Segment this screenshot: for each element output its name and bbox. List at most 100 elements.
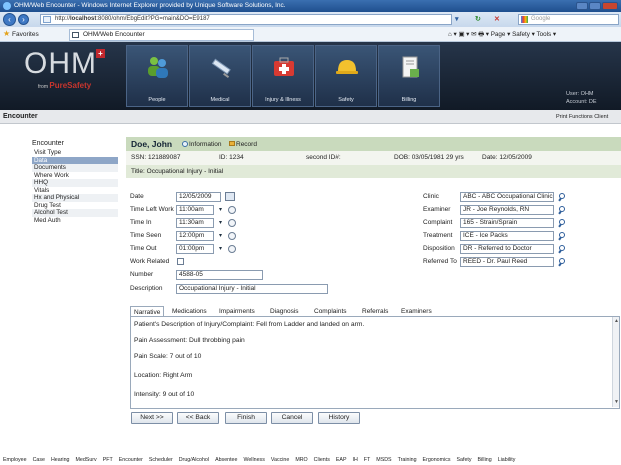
close-window-button[interactable]	[602, 2, 618, 10]
time-seen-field[interactable]: 12:00pm	[176, 231, 214, 241]
footer-link[interactable]: Hearing	[51, 457, 70, 463]
time-left-work-field[interactable]: 11:00am	[176, 205, 214, 215]
examiner-field[interactable]: JR - Joe Reynolds, RN	[460, 205, 554, 215]
footer-link[interactable]: Absentee	[215, 457, 237, 463]
footer-link[interactable]: Clients	[314, 457, 330, 463]
footer-link[interactable]: Ergonomics	[423, 457, 451, 463]
sidebar-item-hx-physical[interactable]: Hx and Physical	[32, 194, 118, 202]
search-icon[interactable]	[558, 193, 566, 201]
complaint-field[interactable]: 165 - Strain/Sprain	[460, 218, 554, 228]
next-button[interactable]: Next >>	[131, 412, 173, 424]
refresh-icon[interactable]: ↻	[475, 15, 481, 23]
toolbar-links[interactable]: Print Functions Client	[556, 110, 608, 124]
address-bar[interactable]: http://localhost:8080/ohm/EbgEdit?PG=mai…	[40, 14, 452, 25]
calendar-icon[interactable]	[225, 192, 235, 201]
sidebar-item-where-work[interactable]: Where Work	[32, 172, 118, 180]
chevron-down-icon[interactable]: ▾	[219, 206, 222, 213]
command-bar[interactable]: ⌂ ▾ ▣ ▾ ✉ 🖶 ▾ Page ▾ Safety ▾ Tools ▾	[448, 27, 556, 42]
back-arrow-icon[interactable]: ‹	[3, 13, 16, 26]
browser-tab[interactable]: OHM/Web Encounter	[69, 29, 254, 41]
search-icon[interactable]	[558, 206, 566, 214]
search-icon[interactable]	[558, 219, 566, 227]
narrative-textarea[interactable]: Patient's Description of Injury/Complain…	[130, 317, 620, 409]
nav-people[interactable]: People	[126, 45, 188, 107]
footer-link[interactable]: Case	[33, 457, 45, 463]
footer-link[interactable]: MRO	[295, 457, 307, 463]
narrative-line: Patient's Description of Injury/Complain…	[134, 321, 365, 328]
record-icon[interactable]	[229, 141, 235, 146]
footer-link[interactable]: Encounter	[119, 457, 143, 463]
sidebar-item-drug-test[interactable]: Drug Test	[32, 202, 118, 210]
favorites-button[interactable]: Favorites	[12, 27, 39, 42]
footer-link[interactable]: Billing	[478, 457, 492, 463]
footer-link[interactable]: Training	[398, 457, 417, 463]
sidebar-item-data[interactable]: Data	[32, 156, 118, 164]
referred-to-label: Referred To	[423, 258, 457, 265]
treatment-field[interactable]: ICE - Ice Packs	[460, 231, 554, 241]
footer-link[interactable]: MSDS	[376, 457, 391, 463]
nav-injury-illness[interactable]: Injury & Illness	[252, 45, 314, 107]
footer-link[interactable]: Liability	[498, 457, 516, 463]
footer-link[interactable]: IH	[352, 457, 357, 463]
footer-link[interactable]: Drug/Alcohol	[179, 457, 209, 463]
dropdown-icon[interactable]: ▾	[455, 15, 459, 23]
clock-icon[interactable]	[228, 245, 236, 253]
work-related-checkbox[interactable]	[177, 258, 184, 265]
disposition-field[interactable]: DR - Referred to Doctor	[460, 244, 554, 254]
search-icon[interactable]	[558, 232, 566, 240]
sidebar-item-visit-type[interactable]: Visit Type	[32, 149, 118, 157]
footer-link[interactable]: EAP	[336, 457, 347, 463]
footer-link[interactable]: Employee	[3, 457, 27, 463]
scroll-up-icon[interactable]: ▲	[614, 318, 619, 324]
clock-icon[interactable]	[228, 232, 236, 240]
search-input[interactable]: Google	[518, 14, 619, 25]
forward-arrow-icon[interactable]: ›	[18, 14, 29, 25]
stop-icon[interactable]: ✕	[494, 15, 500, 23]
chevron-down-icon[interactable]: ▾	[219, 219, 222, 226]
time-in-field[interactable]: 11:30am	[176, 218, 214, 228]
footer-link[interactable]: PFT	[103, 457, 113, 463]
time-left-work-label: Time Left Work	[130, 206, 174, 213]
scroll-down-icon[interactable]: ▼	[614, 399, 619, 405]
time-out-field[interactable]: 01:00pm	[176, 244, 214, 254]
cancel-button[interactable]: Cancel	[271, 412, 313, 424]
description-field[interactable]: Occupational Injury - Initial	[176, 284, 328, 294]
info-icon[interactable]	[182, 141, 188, 147]
clock-icon[interactable]	[228, 219, 236, 227]
footer-link[interactable]: Vaccine	[271, 457, 289, 463]
back-button[interactable]: << Back	[177, 412, 219, 424]
search-icon[interactable]	[558, 245, 566, 253]
information-link[interactable]: Information	[189, 141, 222, 148]
number-field[interactable]: 4588-05	[176, 270, 263, 280]
footer-link[interactable]: Scheduler	[149, 457, 173, 463]
sidebar-item-documents[interactable]: Documents	[32, 164, 118, 172]
footer-link[interactable]: FT	[364, 457, 370, 463]
sidebar-item-med-auth[interactable]: Med Auth	[32, 217, 118, 225]
sidebar-item-vitals[interactable]: Vitals	[32, 187, 118, 195]
time-seen-label: Time Seen	[130, 232, 162, 239]
referred-to-field[interactable]: REED - Dr. Paul Reed	[460, 257, 554, 267]
finish-button[interactable]: Finish	[225, 412, 267, 424]
maximize-button[interactable]	[589, 2, 601, 10]
nav-safety[interactable]: Safety	[315, 45, 377, 107]
sidebar-item-hhq[interactable]: HHQ	[32, 179, 118, 187]
chevron-down-icon[interactable]: ▾	[219, 245, 222, 252]
clinic-field[interactable]: ABC - ABC Occupational Clinic	[460, 192, 554, 202]
history-button[interactable]: History	[318, 412, 360, 424]
scrollbar[interactable]: ▲ ▼	[612, 317, 619, 407]
record-link[interactable]: Record	[236, 141, 257, 148]
footer-link[interactable]: MedSurv	[76, 457, 97, 463]
people-icon	[148, 57, 168, 78]
clock-icon[interactable]	[228, 206, 236, 214]
footer-link[interactable]: Wellness	[243, 457, 264, 463]
nav-billing[interactable]: Billing	[378, 45, 440, 107]
footer-link[interactable]: Safety	[457, 457, 472, 463]
minimize-button[interactable]	[576, 2, 588, 10]
date-field[interactable]: 12/05/2009	[176, 192, 221, 202]
favorites-star-icon[interactable]: ★	[3, 30, 10, 38]
nav-medical[interactable]: Medical	[189, 45, 251, 107]
ie-icon	[3, 2, 11, 10]
search-icon[interactable]	[558, 258, 566, 266]
chevron-down-icon[interactable]: ▾	[219, 232, 222, 239]
sidebar-item-alcohol-test[interactable]: Alcohol Test	[32, 209, 118, 217]
